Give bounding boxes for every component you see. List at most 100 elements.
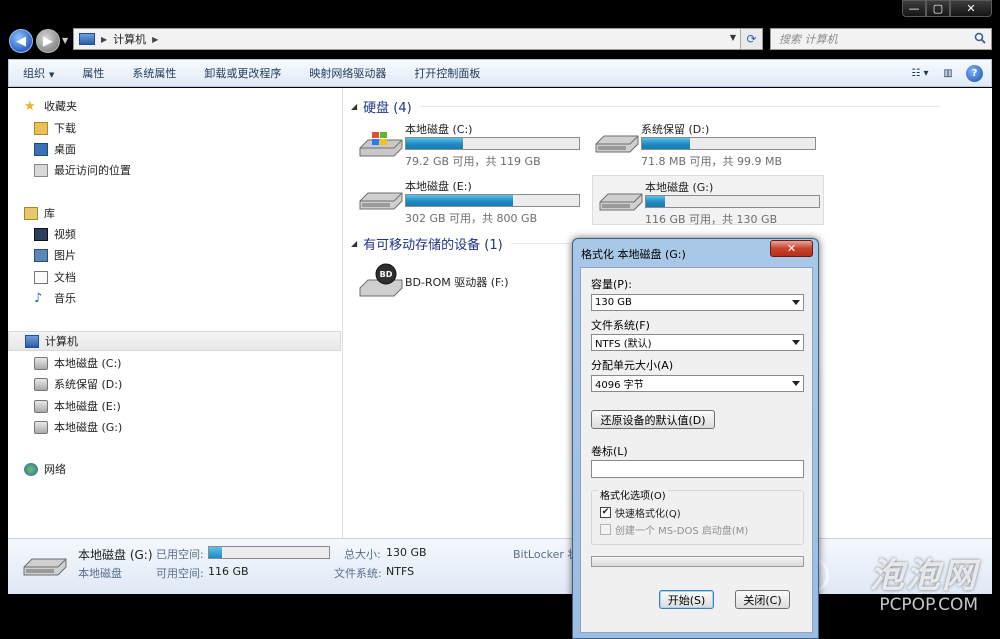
drive-usage-fill [406,195,514,206]
filesystem-select[interactable]: NTFS (默认) [591,334,804,351]
recent-pages-dropdown[interactable]: ▼ [62,36,68,45]
group-header-hdd[interactable]: ◢ 硬盘 (4) [351,97,940,116]
nav-drive-d[interactable]: 系统保留 (D:) [34,374,122,394]
drive-free-space: 116 GB 可用，共 130 GB [645,213,778,226]
details-fs-label: 文件系统: [334,567,382,580]
nav-drive-e[interactable]: 本地磁盘 (E:) [34,396,121,416]
help-icon[interactable]: ? [966,64,983,82]
drive-tile-bdrom[interactable]: BD BD-ROM 驱动器 (F:) [353,256,585,306]
group-header-hdd-label: 硬盘 (4) [363,101,412,116]
allocation-unit-select[interactable]: 4096 字节 [591,375,804,392]
computer-icon [25,334,39,348]
network-icon [24,462,38,476]
format-options-group: 格式化选项(O) ✔ 快速格式化(Q) 创建一个 MS-DOS 启动盘(M) [591,487,804,545]
details-fs-value: NTFS [386,565,415,578]
drive-free-space: 302 GB 可用，共 800 GB [405,212,538,225]
drive-name: 本地磁盘 (G:) [645,181,714,194]
start-button[interactable]: 开始(S) [659,590,714,609]
dropdown-arrow-icon [792,381,800,386]
open-control-panel-button[interactable]: 打开控制面板 [400,65,494,81]
drive-icon [595,135,639,153]
search-icon [974,32,986,44]
back-button[interactable]: ◀ [9,29,33,53]
msdos-startup-checkbox[interactable]: 创建一个 MS-DOS 启动盘(M) [600,522,748,537]
document-icon [34,270,48,284]
uninstall-button[interactable]: 卸载或更改程序 [190,65,295,81]
nav-drive-g[interactable]: 本地磁盘 (G:) [34,417,122,437]
address-bar[interactable]: ▶ 计算机 ▶ ▼ ⟳ [73,28,763,50]
volume-label-input[interactable] [591,460,804,478]
drive-usage-bar [405,137,580,150]
group-header-removable[interactable]: ◢ 有可移动存储的设备 (1) [351,234,571,253]
nav-music[interactable]: ♪ 音乐 [34,288,76,308]
nav-computer[interactable]: 计算机 [8,331,341,351]
allocation-unit-value: 4096 字节 [595,380,644,391]
nav-drive-c[interactable]: 本地磁盘 (C:) [34,353,121,373]
drive-usage-bar [645,195,820,208]
address-history-dropdown[interactable]: ▼ [730,33,736,42]
caret-down-icon: ▼ [49,71,55,79]
nav-pictures[interactable]: 图片 [34,245,76,265]
library-icon [24,206,38,220]
preview-pane-button[interactable]: ▥ [938,63,958,83]
group-header-removable-label: 有可移动存储的设备 (1) [363,238,503,253]
dropdown-arrow-icon [792,340,800,345]
computer-icon [79,33,95,45]
format-dialog: 格式化 本地磁盘 (G:) ✕ 容量(P): 130 GB 文件系统(F) NT… [572,238,819,639]
nav-libraries[interactable]: 库 [24,203,55,223]
forward-button[interactable]: ▶ [36,29,60,53]
caption-buttons: — ▢ ✕ [902,0,992,17]
nav-favorites[interactable]: ★ 收藏夹 [24,96,77,116]
checkmark-icon: ✔ [600,507,611,518]
details-drive-name: 本地磁盘 (G:) [78,548,153,562]
nav-recent-places[interactable]: 最近访问的位置 [34,160,131,180]
downloads-folder-icon [34,121,48,135]
view-options-button[interactable]: ☷ ▾ [910,63,930,83]
group-divider [419,106,940,107]
map-network-drive-button[interactable]: 映射网络驱动器 [295,65,400,81]
drive-icon [359,192,403,210]
capacity-value: 130 GB [595,297,632,308]
maximize-button[interactable]: ▢ [926,0,950,17]
properties-button[interactable]: 属性 [68,65,118,81]
nav-network-label: 网络 [44,463,66,476]
msdos-startup-label: 创建一个 MS-DOS 启动盘(M) [615,526,749,537]
arrow-right-icon: ▶ [43,33,53,49]
organize-label: 组织 [23,67,45,80]
minimize-button[interactable]: — [902,0,926,17]
command-bar: 组织 ▼ 属性 系统属性 卸载或更改程序 映射网络驱动器 打开控制面板 ☷ ▾ ▥… [8,59,992,87]
drive-tile-g[interactable]: 本地磁盘 (G:) 116 GB 可用，共 130 GB [592,175,824,226]
drive-usage-fill [406,138,464,149]
dialog-close-action-button[interactable]: 关闭(C) [735,590,790,609]
nav-downloads[interactable]: 下载 [34,118,76,138]
drive-free-space: 71.8 MB 可用，共 99.9 MB [641,155,783,168]
nav-network[interactable]: 网络 [24,459,66,479]
drive-icon [34,377,48,391]
nav-videos[interactable]: 视频 [34,224,76,244]
drive-tile-e[interactable]: 本地磁盘 (E:) 302 GB 可用，共 800 GB [353,175,585,225]
nav-documents[interactable]: 文档 [34,267,76,287]
windows-drive-icon [359,132,403,157]
explorer-window: — ▢ ✕ ◀ ▶ ▼ ▶ 计算机 ▶ ▼ ⟳ 搜索 计算机 组织 ▼ 属性 系统… [0,0,1000,639]
chevron-right-icon[interactable]: ▶ [101,35,107,44]
dialog-close-button[interactable]: ✕ [770,240,813,257]
quick-format-checkbox[interactable]: ✔ 快速格式化(Q) [600,505,681,520]
drive-tile-d[interactable]: 系统保留 (D:) 71.8 MB 可用，共 99.9 MB [589,118,821,168]
system-properties-button[interactable]: 系统属性 [118,65,190,81]
nav-desktop[interactable]: 桌面 [34,139,76,159]
drive-tile-c[interactable]: 本地磁盘 (C:) 79.2 GB 可用，共 119 GB [353,118,585,168]
refresh-button[interactable]: ⟳ [740,29,762,49]
organize-menu[interactable]: 组织 ▼ [9,65,68,81]
close-window-button[interactable]: ✕ [950,0,992,17]
toolbar-right: ☷ ▾ ▥ ? [910,63,983,83]
svg-text:BD: BD [380,270,393,279]
search-input[interactable]: 搜索 计算机 [770,28,992,50]
capacity-select[interactable]: 130 GB [591,294,804,311]
breadcrumb-computer[interactable]: 计算机 [113,31,146,47]
format-progress-bar [591,556,804,567]
chevron-right-icon[interactable]: ▶ [152,35,158,44]
details-free-value: 116 GB [208,565,249,578]
watermark-en: PCPOP.COM [879,595,978,615]
restore-defaults-button[interactable]: 还原设备的默认值(D) [591,410,715,429]
refresh-icon: ⟳ [746,32,757,46]
